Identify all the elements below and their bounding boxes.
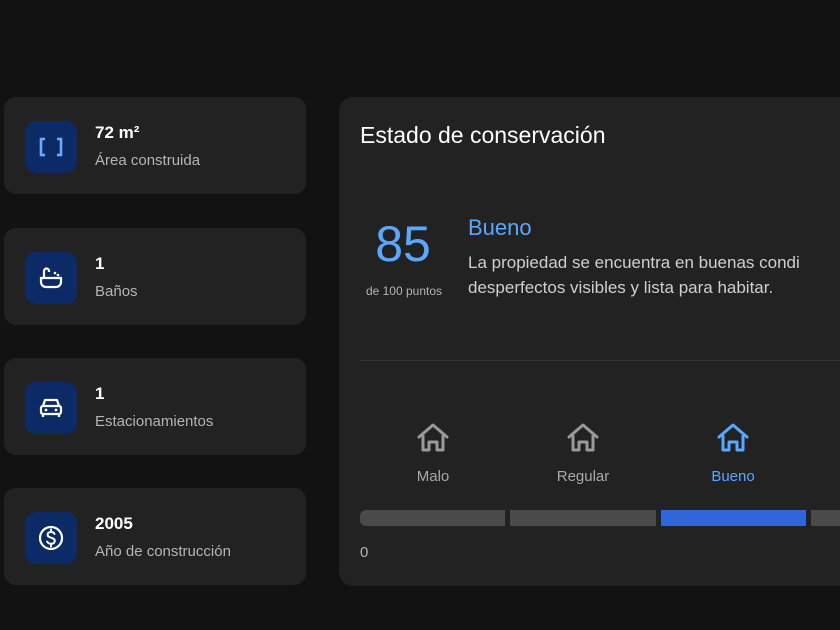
stat-card-area: 72 m² Área construida [4,97,306,194]
bathtub-icon [25,252,77,304]
car-icon [25,382,77,434]
level-regular: Regular [508,422,658,485]
house-icon [567,423,599,452]
condition-description-line: desperfectos visibles y lista para habit… [468,278,774,297]
house-icon [417,423,449,452]
stat-value: 1 [95,384,105,403]
level-label: Bueno [711,468,755,485]
level-bar-next [811,510,840,526]
scale-min-label: 0 [360,544,369,561]
stat-label: Estacionamientos [95,413,214,430]
stat-card-parking: 1 Estacionamientos [4,358,306,455]
stat-label: Año de construcción [95,543,231,560]
condition-description: La propiedad se encuentra en buenas cond… [468,250,800,300]
level-malo: Malo [358,422,508,485]
level-label: Malo [416,468,450,485]
stat-card-bathrooms: 1 Baños [4,228,306,325]
condition-rating: Bueno [468,215,532,240]
stat-value: 1 [95,254,105,273]
house-icon [717,423,749,452]
condition-description-line: La propiedad se encuentra en buenas cond… [468,253,800,272]
level-label: Regular [556,468,610,485]
brackets-icon [25,121,77,173]
condition-title: Estado de conservación [360,122,606,148]
level-bar-bueno [661,510,806,526]
stat-value: 72 m² [95,123,140,142]
level-bueno: Bueno [658,422,808,485]
divider [360,360,840,361]
stat-label: Baños [95,283,138,300]
stat-value: 2005 [95,514,133,533]
level-bar-malo [360,510,505,526]
condition-score-subtitle: de 100 puntos [365,284,443,298]
dollar-coin-icon [25,512,77,564]
stat-card-year: 2005 Año de construcción [4,488,306,585]
stat-label: Área construida [95,152,201,169]
level-bar-regular [510,510,656,526]
condition-score: 85 [375,216,431,272]
condition-card: Estado de conservación 85 de 100 puntos … [339,97,840,586]
